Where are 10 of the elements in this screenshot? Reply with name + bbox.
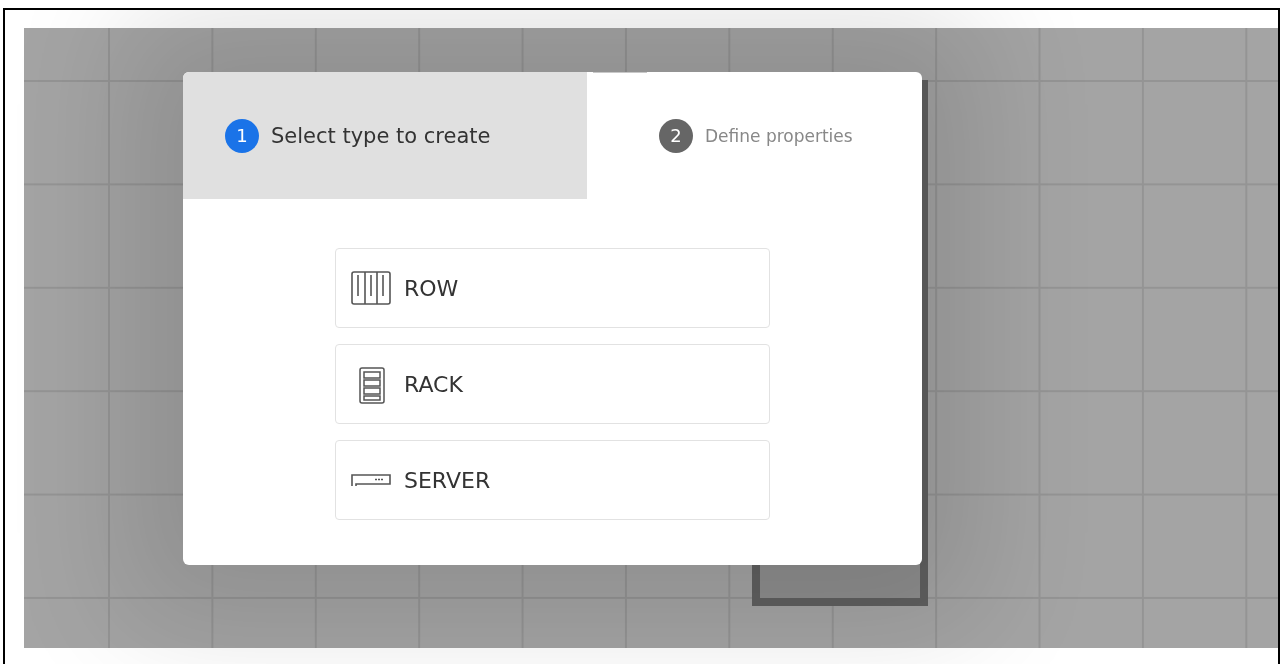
step-label: Define properties xyxy=(705,125,853,146)
step-number: 1 xyxy=(225,118,259,153)
type-option-button[interactable]: SERVER xyxy=(335,440,770,520)
type-option-button[interactable]: RACK xyxy=(335,344,770,424)
type-option-button[interactable]: ROW xyxy=(335,248,770,328)
step-connector xyxy=(593,72,647,73)
rack-row-icon xyxy=(350,270,392,306)
step-label: Select type to create xyxy=(271,123,491,148)
server-unit-icon xyxy=(350,472,392,488)
step-number: 2 xyxy=(659,118,693,153)
